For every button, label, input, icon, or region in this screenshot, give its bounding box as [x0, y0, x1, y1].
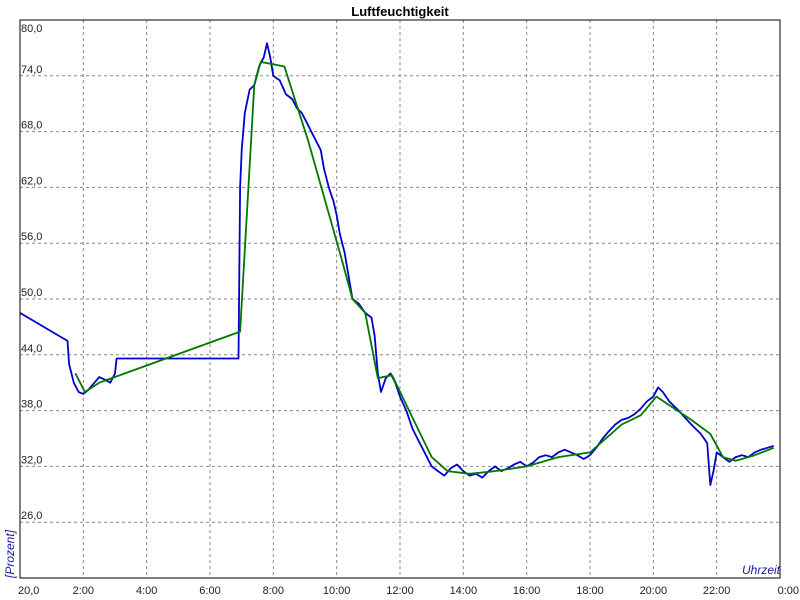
y-tick-label: 56,0: [21, 231, 42, 243]
x-tick-label: 10:00: [323, 585, 351, 597]
y-axis-label: [Prozent]: [3, 529, 17, 579]
x-tick-label: 14:00: [450, 585, 478, 597]
x-tick-label: 22:00: [703, 585, 731, 597]
y-tick-label: 26,0: [21, 510, 42, 522]
x-tick-label: 18:00: [576, 585, 604, 597]
x-tick-label: 2:00: [73, 585, 94, 597]
y-tick-label: 68,0: [21, 120, 42, 132]
y-tick-label: 44,0: [21, 343, 42, 355]
x-tick-label: 20,0: [18, 585, 39, 597]
y-tick-label: 32,0: [21, 454, 42, 466]
y-tick-label: 38,0: [21, 399, 42, 411]
x-tick-label: 16:00: [513, 585, 541, 597]
x-tick-label: 4:00: [136, 585, 157, 597]
y-tick-label: 62,0: [21, 175, 42, 187]
chart: Luftfeuchtigkeit 20,0 2:00 4:00 6:00 8:00 10:…: [3, 4, 799, 597]
x-tick-label: 12:00: [386, 585, 414, 597]
gridlines: [20, 20, 780, 578]
y-tick-label: 74,0: [21, 64, 42, 76]
x-tick-label: 20:00: [640, 585, 668, 597]
x-tick-label: 6:00: [199, 585, 220, 597]
smoothed-series-line: [74, 61, 775, 475]
chart-title: Luftfeuchtigkeit: [351, 4, 449, 19]
x-tick-labels: 20,0 2:00 4:00 6:00 8:00 10:00 12:00 14:00 16:00…: [18, 585, 799, 597]
humidity-series-line: [19, 42, 774, 486]
x-axis-label: Uhrzeit: [742, 563, 781, 577]
y-tick-labels: 26,0 32,0 38,0 44,0 50,0 56,0 62,0 68,0 74,0 80,0: [21, 23, 42, 522]
x-tick-label: 0:00: [778, 585, 799, 597]
x-tick-label: 8:00: [263, 585, 284, 597]
y-tick-label: 80,0: [21, 23, 42, 35]
y-tick-label: 50,0: [21, 287, 42, 299]
series-lines: [19, 42, 775, 486]
